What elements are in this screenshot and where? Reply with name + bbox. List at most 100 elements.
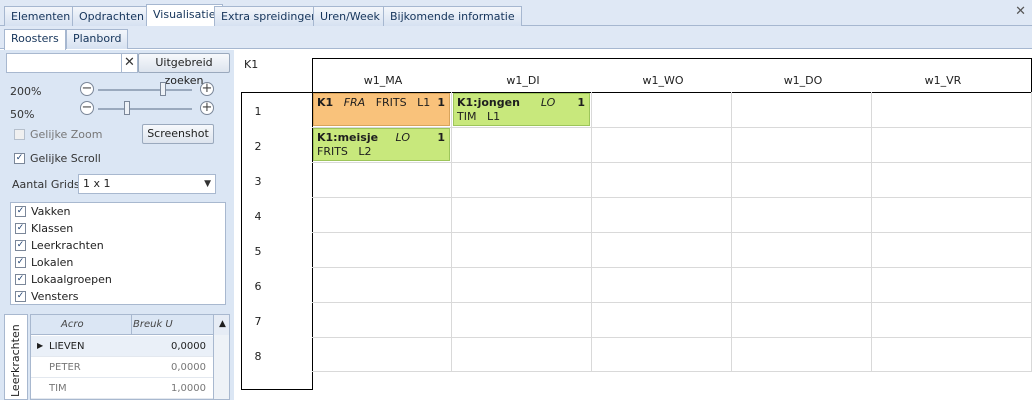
tab-bijkomende-informatie[interactable]: Bijkomende informatie bbox=[383, 6, 522, 26]
lesson-count: 1 bbox=[577, 96, 585, 109]
grids-select-value: 1 x 1 bbox=[83, 177, 111, 190]
search-input[interactable]: ✕ bbox=[6, 53, 138, 73]
checkbox[interactable]: ✓ bbox=[15, 206, 26, 217]
side-tab-label: Leerkrachten bbox=[9, 324, 22, 397]
checklist-label: Leerkrachten bbox=[31, 239, 104, 252]
lesson-room: L1 bbox=[417, 96, 431, 109]
lesson-line2: TIM L1 bbox=[457, 110, 500, 123]
clear-icon[interactable]: ✕ bbox=[121, 54, 137, 72]
checkbox[interactable]: ✓ bbox=[15, 240, 26, 251]
grid-line bbox=[312, 371, 1032, 372]
zoom-slider-1[interactable] bbox=[98, 89, 192, 91]
cell-breuk: 0,0000 bbox=[171, 341, 206, 352]
period-label: 4 bbox=[254, 210, 262, 223]
period-label: 6 bbox=[254, 280, 262, 293]
checklist-label: Lokaalgroepen bbox=[31, 273, 112, 286]
column-header-breuk[interactable]: Breuk U bbox=[133, 319, 173, 330]
lesson-line1: K1 FRA FRITS L1 bbox=[317, 96, 430, 109]
column-header-acro[interactable]: Acro bbox=[61, 319, 84, 330]
lesson-block[interactable]: K1:jongen LO 1 TIM L1 bbox=[453, 93, 590, 126]
zoom-slider-2[interactable] bbox=[98, 108, 192, 110]
equal-scroll-checkbox[interactable]: ✓ bbox=[14, 153, 25, 164]
tab-uren-week[interactable]: Uren/Week bbox=[313, 6, 387, 26]
table-row[interactable]: ▶ LIEVEN 0,0000 bbox=[31, 336, 229, 357]
lesson-teacher: FRITS bbox=[317, 145, 348, 158]
subtab-roosters[interactable]: Roosters bbox=[4, 29, 66, 50]
lesson-count: 1 bbox=[437, 131, 445, 144]
lesson-class: K1 bbox=[317, 96, 334, 109]
zoom-in-icon[interactable]: + bbox=[200, 82, 214, 96]
left-panel: ✕ Uitgebreid zoeken 200% − + 50% − + Gel… bbox=[0, 50, 234, 400]
lesson-subject: LO bbox=[395, 131, 410, 144]
advanced-search-button[interactable]: Uitgebreid zoeken bbox=[138, 53, 230, 87]
day-header-vr[interactable]: w1_VR bbox=[873, 74, 1013, 87]
day-header-di[interactable]: w1_DI bbox=[453, 74, 593, 87]
table-row[interactable]: TIM 1,0000 bbox=[31, 378, 229, 399]
day-header-wo[interactable]: w1_WO bbox=[593, 74, 733, 87]
zoom-in-icon-2[interactable]: + bbox=[200, 101, 214, 115]
cell-acro: TIM bbox=[49, 383, 67, 394]
period-label: 5 bbox=[254, 245, 262, 258]
scroll-up-icon[interactable]: ▲ bbox=[213, 315, 229, 335]
tab-elementen[interactable]: Elementen bbox=[4, 6, 78, 26]
grid-line bbox=[731, 92, 732, 372]
grids-select[interactable]: 1 x 1 ▼ bbox=[78, 174, 216, 194]
lesson-line1: K1:jongen LO bbox=[457, 96, 555, 109]
header-divider bbox=[131, 315, 132, 335]
equal-zoom-checkbox[interactable] bbox=[14, 129, 25, 140]
lesson-teacher: FRITS bbox=[375, 96, 407, 109]
chevron-down-icon: ▼ bbox=[204, 179, 211, 189]
grid-line bbox=[312, 232, 1032, 233]
grid-scrollbar[interactable] bbox=[213, 335, 229, 399]
control-panel: ✕ Uitgebreid zoeken 200% − + 50% − + Gel… bbox=[4, 50, 232, 310]
checklist-label: Vakken bbox=[31, 205, 71, 218]
checkbox[interactable]: ✓ bbox=[15, 223, 26, 234]
period-label: 1 bbox=[254, 105, 262, 118]
day-header-ma[interactable]: w1_MA bbox=[313, 74, 453, 87]
grids-label: Aantal Grids bbox=[12, 178, 80, 191]
grid-line bbox=[312, 162, 1032, 163]
teacher-grid: Acro Breuk U ▲ ▶ LIEVEN 0,0000 PETER 0,0… bbox=[30, 314, 230, 400]
period-label: 3 bbox=[254, 175, 262, 188]
period-column: 1 2 3 4 5 6 7 8 bbox=[241, 92, 313, 390]
table-row[interactable]: PETER 0,0000 bbox=[31, 357, 229, 378]
lesson-class: K1:meisje bbox=[317, 131, 379, 144]
lesson-teacher: TIM bbox=[457, 110, 477, 123]
tab-extra-spreidingen[interactable]: Extra spreidingen bbox=[214, 6, 326, 26]
cell-acro: PETER bbox=[49, 362, 81, 373]
element-checklist: ✓ Vakken ✓ Klassen ✓ Leerkrachten ✓ Lokalen … bbox=[10, 202, 226, 305]
grid-line bbox=[312, 267, 1032, 268]
tab-visualisatie[interactable]: Visualisatie bbox=[146, 4, 223, 27]
slider-thumb-1[interactable] bbox=[160, 82, 166, 96]
lesson-room: L2 bbox=[358, 145, 372, 158]
checklist-label: Vensters bbox=[31, 290, 79, 303]
equal-scroll-label: Gelijke Scroll bbox=[30, 152, 101, 165]
lesson-line2: FRITS L2 bbox=[317, 145, 372, 158]
screenshot-button[interactable]: Screenshot bbox=[142, 124, 214, 144]
cell-breuk: 1,0000 bbox=[171, 383, 206, 394]
checklist-label: Lokalen bbox=[31, 256, 74, 269]
roster-title: K1 bbox=[244, 58, 259, 71]
tab-opdrachten[interactable]: Opdrachten bbox=[72, 6, 151, 26]
subtab-planbord[interactable]: Planbord bbox=[66, 29, 129, 49]
lesson-line1: K1:meisje LO bbox=[317, 131, 410, 144]
sub-tabbar: Roosters Planbord bbox=[0, 26, 1032, 50]
lesson-class: K1:jongen bbox=[457, 96, 520, 109]
day-header: w1_MA w1_DI w1_WO w1_DO w1_VR bbox=[312, 58, 1032, 93]
checkbox[interactable]: ✓ bbox=[15, 257, 26, 268]
cell-breuk: 0,0000 bbox=[171, 362, 206, 373]
slider-thumb-2[interactable] bbox=[124, 101, 130, 115]
grid-line bbox=[312, 337, 1032, 338]
lesson-block[interactable]: K1:meisje LO 1 FRITS L2 bbox=[313, 128, 450, 161]
row-pointer-icon: ▶ bbox=[37, 341, 44, 350]
zoom-out-icon[interactable]: − bbox=[80, 82, 94, 96]
roster-grid[interactable]: K1 FRA FRITS L1 1 K1:jongen LO 1 TIM L1 bbox=[312, 92, 1032, 372]
zoom-out-icon-2[interactable]: − bbox=[80, 101, 94, 115]
day-header-do[interactable]: w1_DO bbox=[733, 74, 873, 87]
close-icon[interactable]: ✕ bbox=[1015, 4, 1026, 19]
lesson-block[interactable]: K1 FRA FRITS L1 1 bbox=[313, 93, 450, 126]
checkbox[interactable]: ✓ bbox=[15, 291, 26, 302]
checkbox[interactable]: ✓ bbox=[15, 274, 26, 285]
period-label: 7 bbox=[254, 315, 262, 328]
side-tab-leerkrachten[interactable]: Leerkrachten bbox=[4, 314, 28, 400]
